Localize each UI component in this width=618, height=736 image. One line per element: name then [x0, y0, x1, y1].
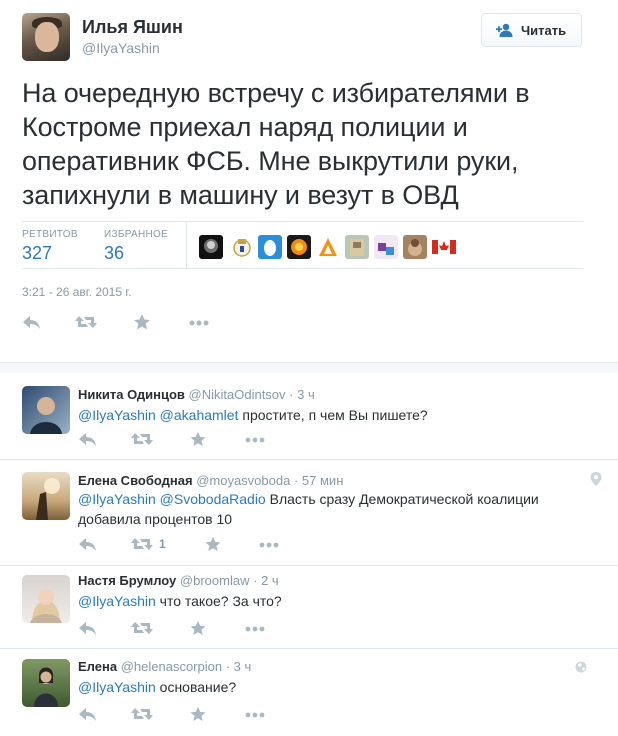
author-name[interactable]: Илья Яшин: [82, 17, 183, 38]
author-avatar[interactable]: [22, 13, 70, 61]
reply-tweet[interactable]: Елена @helenascorpion · 3 ч @IlyaYashin …: [0, 649, 618, 736]
main-tweet: Илья Яшин @IlyaYashin Читать На очередну…: [0, 0, 618, 362]
favoriter-avatar[interactable]: [374, 235, 398, 259]
favoriter-avatar[interactable]: [199, 235, 223, 259]
reply-header: Елена @helenascorpion · 3 ч: [78, 659, 251, 674]
follow-button[interactable]: Читать: [481, 13, 582, 47]
separator-dot: ·: [289, 387, 294, 402]
favorites-count[interactable]: 36: [104, 243, 124, 264]
reply-tweet[interactable]: Елена Свободная @moyasvoboda · 57 мин @I…: [0, 460, 618, 566]
reply-avatar[interactable]: [22, 575, 70, 623]
reply-time[interactable]: 3 ч: [297, 387, 315, 402]
favoriter-avatar[interactable]: [345, 235, 369, 259]
retweet-icon[interactable]: [131, 536, 153, 552]
favoriter-avatar[interactable]: [316, 235, 340, 259]
divider: [22, 268, 583, 269]
reply-text-body: добавила процентов 10: [78, 511, 233, 527]
reply-icon[interactable]: [78, 706, 98, 722]
tweet-text-line: На очередную встречу с избирателями в: [22, 78, 530, 108]
mention-link[interactable]: @SvobodaRadio: [160, 491, 266, 507]
separator-dot: ·: [225, 659, 231, 674]
reply-avatar[interactable]: [22, 659, 70, 707]
reply-tweet[interactable]: Никита Одинцов @NikitaOdintsov · 3 ч @Il…: [0, 373, 618, 460]
tweet-timestamp[interactable]: 3:21 - 26 авг. 2015 г.: [22, 285, 132, 299]
favoriter-avatar[interactable]: [258, 235, 282, 259]
tweet-text-line: оперативник ФСБ. Мне выкрутили руки,: [22, 146, 519, 176]
mention-link[interactable]: @IlyaYashin: [78, 679, 156, 695]
favorite-star-icon[interactable]: [189, 706, 209, 722]
favorite-star-icon[interactable]: [204, 536, 224, 552]
more-options-icon[interactable]: [244, 620, 265, 636]
favoriter-avatar[interactable]: [432, 235, 456, 259]
follow-button-label: Читать: [521, 23, 567, 38]
more-options-icon[interactable]: [258, 536, 279, 552]
mention-link[interactable]: @IlyaYashin: [78, 407, 156, 423]
retweet-count: 1: [159, 537, 166, 551]
retweet-icon[interactable]: [131, 620, 153, 636]
reply-header: Елена Свободная @moyasvoboda · 57 мин: [78, 473, 343, 488]
tweet-text-line: запихнули в машину и везут в ОВД: [22, 180, 459, 210]
reply-time[interactable]: 2 ч: [261, 573, 279, 588]
mention-link[interactable]: @IlyaYashin: [78, 593, 156, 609]
reply-text: @IlyaYashin @akahamlet простите, п чем В…: [78, 405, 568, 425]
reply-text-body: основание?: [159, 679, 237, 695]
favoriter-avatar[interactable]: [230, 235, 254, 259]
reply-header: Настя Брумлоу @broomlaw · 2 ч: [78, 573, 279, 588]
reply-text-body: простите, п чем Вы пишете?: [242, 407, 428, 423]
reply-author-handle[interactable]: @moyasvoboda: [196, 473, 290, 488]
globe-icon[interactable]: [575, 660, 587, 673]
favorite-star-icon[interactable]: [189, 431, 209, 447]
reply-author-name[interactable]: Елена: [78, 659, 117, 674]
separator-dot: ·: [293, 473, 299, 488]
tweet-text-line: Костроме приехал наряд полиции и: [22, 112, 468, 142]
reply-icon[interactable]: [78, 431, 98, 447]
retweets-count[interactable]: 327: [22, 243, 52, 264]
more-options-icon[interactable]: [244, 706, 265, 722]
reply-text: @IlyaYashin что такое? За что?: [78, 591, 568, 611]
reply-time[interactable]: 57 мин: [302, 473, 343, 488]
reply-avatar[interactable]: [22, 386, 70, 434]
reply-author-handle[interactable]: @NikitaOdintsov: [189, 387, 286, 402]
add-user-icon: [496, 23, 513, 37]
reply-text: @IlyaYashin основание?: [78, 677, 568, 697]
reply-text-body: что такое? За что?: [159, 593, 282, 609]
reply-text: @IlyaYashin @SvobodaRadio Власть сразу Д…: [78, 489, 568, 529]
retweet-icon[interactable]: [131, 431, 153, 447]
reply-author-name[interactable]: Настя Брумлоу: [78, 573, 176, 588]
reply-tweet[interactable]: Настя Брумлоу @broomlaw · 2 ч @IlyaYashi…: [0, 566, 618, 649]
separator-dot: ·: [253, 573, 258, 588]
reply-author-handle[interactable]: @broomlaw: [180, 573, 250, 588]
reply-author-name[interactable]: Елена Свободная: [78, 473, 193, 488]
author-handle[interactable]: @IlyaYashin: [82, 40, 160, 56]
reply-avatar[interactable]: [22, 472, 70, 520]
reply-time[interactable]: 3 ч: [234, 659, 252, 674]
favorite-star-icon[interactable]: [133, 313, 155, 331]
favoriter-avatar[interactable]: [403, 235, 427, 259]
reply-icon[interactable]: [78, 536, 98, 552]
reply-author-name[interactable]: Никита Одинцов: [78, 387, 185, 402]
more-options-icon[interactable]: [188, 313, 210, 331]
mention-link[interactable]: @IlyaYashin: [78, 491, 156, 507]
reply-author-handle[interactable]: @helenascorpion: [121, 659, 222, 674]
retweet-icon[interactable]: [131, 706, 153, 722]
retweet-icon[interactable]: [75, 313, 97, 331]
reply-text-body: Власть сразу Демократической коалиции: [269, 491, 539, 507]
retweets-label: РЕТВИТОВ: [22, 229, 78, 240]
mention-link[interactable]: @akahamlet: [160, 407, 239, 423]
location-pin-icon[interactable]: [590, 472, 602, 486]
divider: [22, 221, 583, 222]
tweet-text: На очередную встречу с избирателями в Ко…: [22, 76, 602, 212]
reply-header: Никита Одинцов @NikitaOdintsov · 3 ч: [78, 387, 315, 402]
divider: [186, 222, 187, 268]
favorites-label: ИЗБРАННОЕ: [104, 229, 169, 240]
favorite-star-icon[interactable]: [189, 620, 209, 636]
favoriter-avatar[interactable]: [287, 235, 311, 259]
reply-icon[interactable]: [22, 313, 44, 331]
more-options-icon[interactable]: [244, 431, 265, 447]
reply-icon[interactable]: [78, 620, 98, 636]
